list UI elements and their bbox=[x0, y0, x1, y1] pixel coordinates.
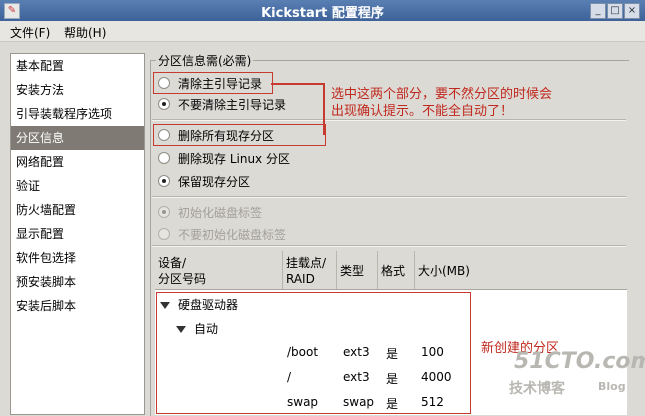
watermark-text: 技术博客 bbox=[509, 381, 565, 397]
col-mount-line1: 挂载点/ bbox=[286, 256, 327, 270]
partition-table-header: 设备/ 分区号码 挂载点/ RAID 类型 格式 大小(MB) bbox=[155, 251, 627, 290]
separator bbox=[152, 119, 626, 121]
sidebar-item-post-script[interactable]: 安装后脚本 bbox=[11, 294, 144, 318]
separator bbox=[152, 196, 626, 198]
window-title: Kickstart 配置程序 bbox=[261, 6, 384, 21]
col-device-line1: 设备/ bbox=[158, 256, 187, 270]
annotation-connector bbox=[323, 83, 325, 135]
separator bbox=[152, 245, 626, 247]
highlight-box-new-partitions bbox=[156, 292, 471, 414]
sidebar-item-auth[interactable]: 验证 bbox=[11, 174, 144, 198]
radio-init-disklabel bbox=[158, 206, 170, 218]
sidebar-item-display[interactable]: 显示配置 bbox=[11, 222, 144, 246]
sidebar-item-firewall[interactable]: 防火墙配置 bbox=[11, 198, 144, 222]
sidebar-item-install-method[interactable]: 安装方法 bbox=[11, 78, 144, 102]
radio-keep-existing[interactable] bbox=[158, 175, 170, 187]
col-size[interactable]: 大小(MB) bbox=[415, 251, 627, 289]
close-button[interactable]: × bbox=[624, 3, 640, 19]
highlight-box-mbr bbox=[153, 72, 273, 94]
title-bar: ✎ Kickstart 配置程序 _ □ × bbox=[0, 0, 645, 21]
col-mount-line2: RAID bbox=[286, 272, 315, 286]
label-no-init-disklabel: 不要初始化磁盘标签 bbox=[178, 228, 287, 242]
label-remove-linux: 删除现存 Linux 分区 bbox=[178, 152, 290, 166]
sidebar-item-network[interactable]: 网络配置 bbox=[11, 150, 144, 174]
col-mount[interactable]: 挂载点/ RAID bbox=[283, 251, 337, 289]
label-keep-existing: 保留现存分区 bbox=[178, 175, 251, 189]
minimize-button[interactable]: _ bbox=[590, 3, 606, 19]
sidebar-item-packages[interactable]: 软件包选择 bbox=[11, 246, 144, 270]
radio-remove-linux[interactable] bbox=[158, 152, 170, 164]
radio-no-init-disklabel bbox=[158, 228, 170, 240]
sidebar-item-pre-script[interactable]: 预安装脚本 bbox=[11, 270, 144, 294]
radio-keep-mbr[interactable] bbox=[158, 98, 170, 110]
sidebar-item-basic[interactable]: 基本配置 bbox=[11, 54, 144, 78]
col-type[interactable]: 类型 bbox=[337, 251, 378, 289]
highlight-box-remove-all bbox=[153, 124, 326, 146]
sidebar-nav: 基本配置 安装方法 引导装载程序选项 分区信息 网络配置 验证 防火墙配置 显示… bbox=[10, 53, 145, 415]
label-keep-mbr: 不要清除主引导记录 bbox=[178, 98, 287, 112]
menu-help[interactable]: 帮助(H) bbox=[64, 24, 106, 41]
sidebar-item-partition[interactable]: 分区信息 bbox=[11, 126, 144, 150]
annotation-connector bbox=[271, 83, 324, 85]
menu-bar: 文件(F) 帮助(H) bbox=[0, 21, 645, 42]
maximize-button[interactable]: □ bbox=[607, 3, 623, 19]
col-device-line2: 分区号码 bbox=[158, 272, 207, 286]
sidebar-item-bootloader[interactable]: 引导装载程序选项 bbox=[11, 102, 144, 126]
col-device[interactable]: 设备/ 分区号码 bbox=[155, 251, 283, 289]
watermark-text: Blog bbox=[598, 380, 626, 393]
annotation-text: 出现确认提示。不能全自动了！ bbox=[331, 104, 514, 119]
label-init-disklabel: 初始化磁盘标签 bbox=[178, 206, 263, 220]
col-format[interactable]: 格式 bbox=[378, 251, 415, 289]
watermark-logo: 51CTO.com bbox=[514, 349, 645, 374]
menu-file[interactable]: 文件(F) bbox=[10, 24, 50, 41]
frame-label: 分区信息需(必需) bbox=[156, 52, 254, 69]
